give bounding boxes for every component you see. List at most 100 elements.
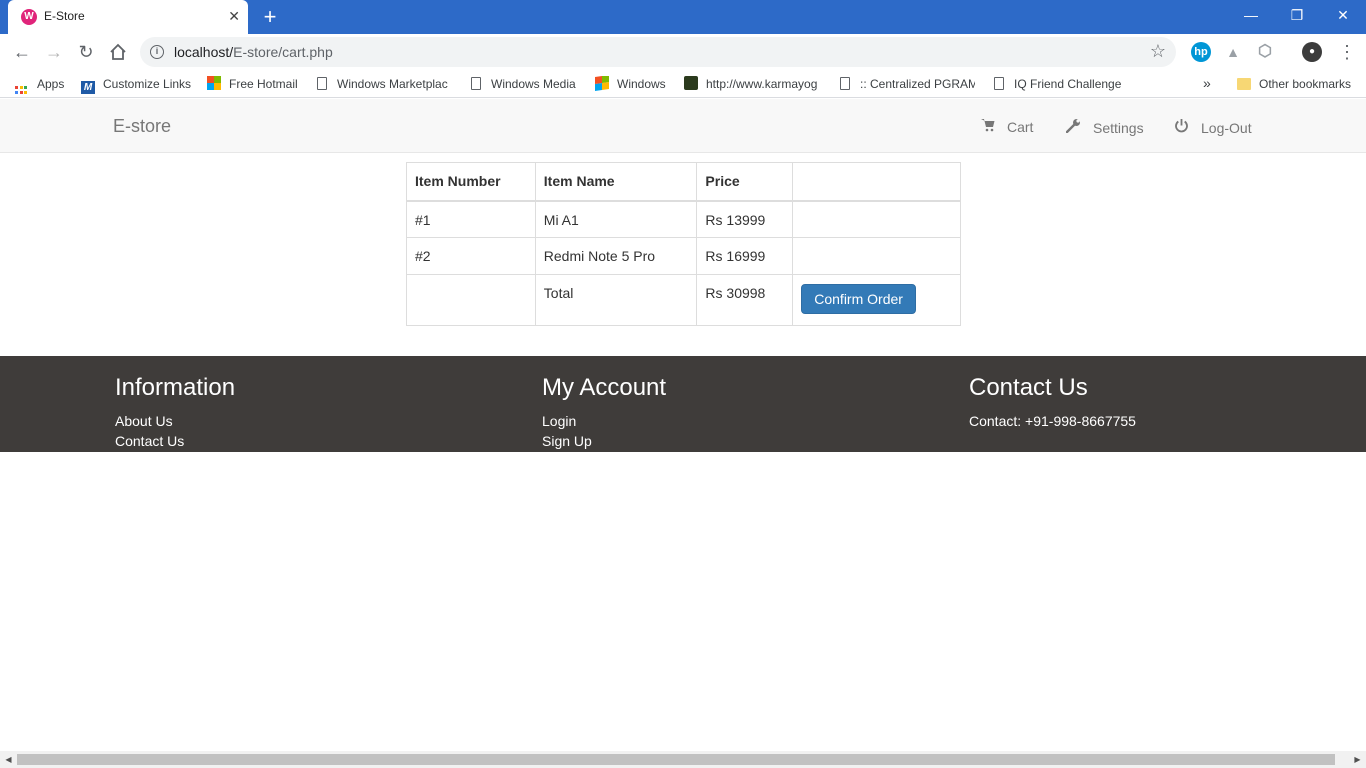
footer-contact-title: Contact Us bbox=[969, 374, 1088, 401]
bookmark-windows-marketplace[interactable]: Windows Marketplac bbox=[317, 76, 452, 94]
cart-table: Item Number Item Name Price #1 Mi A1 Rs … bbox=[406, 162, 961, 326]
drive-extension-icon[interactable]: ▲ bbox=[1223, 42, 1243, 62]
header-price: Price bbox=[696, 162, 794, 202]
restore-icon[interactable]: ❐ bbox=[1274, 0, 1320, 30]
apps-grid-icon bbox=[15, 86, 27, 94]
confirm-cell: Confirm Order bbox=[792, 274, 961, 326]
table-row: #2 Redmi Note 5 Pro Rs 16999 bbox=[406, 237, 961, 275]
bookmark-label: :: Centralized PGRAM bbox=[860, 77, 975, 91]
page-icon bbox=[840, 77, 850, 90]
reload-icon[interactable]: ↻ bbox=[74, 40, 98, 64]
window-close-icon[interactable]: ✕ bbox=[1320, 0, 1366, 30]
browser-tab[interactable]: W E-Store ✕ bbox=[8, 0, 248, 34]
url-path: E-store/cart.php bbox=[233, 44, 333, 60]
msn-m-icon: M bbox=[81, 81, 95, 94]
footer-login-link[interactable]: Login bbox=[542, 411, 666, 431]
nav-settings-link[interactable]: Settings bbox=[1065, 118, 1144, 136]
footer-contact-column: Contact Us Contact: +91-998-8667755 bbox=[969, 374, 1136, 431]
bookmark-customize-links[interactable]: M Customize Links bbox=[81, 76, 191, 94]
back-arrow-icon[interactable]: ← bbox=[10, 40, 34, 64]
bookmark-label: IQ Friend Challenge bbox=[1014, 77, 1122, 91]
windows-flag-icon bbox=[595, 76, 609, 91]
item-number-cell: #2 bbox=[406, 237, 536, 275]
empty-cell bbox=[792, 237, 961, 275]
footer-signup-link[interactable]: Sign Up bbox=[542, 431, 666, 451]
total-label: Total bbox=[534, 274, 698, 326]
nav-settings-label: Settings bbox=[1093, 120, 1144, 136]
bookmark-label: Windows Marketplac bbox=[337, 77, 448, 91]
site-footer: Information About Us Contact Us My Accou… bbox=[0, 356, 1366, 452]
bookmark-label: Windows Media bbox=[491, 77, 576, 91]
total-row: Total Rs 30998 Confirm Order bbox=[406, 274, 961, 326]
footer-contact-us-link[interactable]: Contact Us bbox=[115, 431, 235, 451]
bookmark-apps[interactable]: Apps bbox=[15, 76, 64, 94]
tab-title: E-Store bbox=[44, 9, 85, 23]
url-host: localhost/ bbox=[174, 44, 234, 60]
table-row: #1 Mi A1 Rs 13999 bbox=[406, 200, 961, 238]
table-header-row: Item Number Item Name Price bbox=[406, 162, 961, 202]
scrollbar-thumb[interactable] bbox=[17, 754, 1335, 765]
profile-avatar-icon[interactable]: ● bbox=[1302, 42, 1322, 62]
bookmark-label: Customize Links bbox=[103, 77, 192, 91]
browser-toolbar: ← → ↻ i localhost/E-store/cart.php ☆ hp … bbox=[0, 34, 1366, 70]
bookmark-windows[interactable]: Windows bbox=[595, 76, 666, 94]
item-number-cell: #1 bbox=[406, 200, 536, 238]
shopping-cart-icon bbox=[981, 118, 995, 135]
item-name-cell: Mi A1 bbox=[534, 200, 698, 238]
url-text[interactable]: localhost/E-store/cart.php bbox=[174, 44, 333, 60]
cube-extension-icon[interactable]: ⬡ bbox=[1255, 42, 1275, 62]
page-icon bbox=[317, 77, 327, 90]
item-price-cell: Rs 16999 bbox=[696, 237, 794, 275]
hp-extension-icon[interactable]: hp bbox=[1191, 42, 1211, 62]
bookmark-star-icon[interactable]: ☆ bbox=[1150, 41, 1166, 62]
footer-information-column: Information About Us Contact Us bbox=[115, 374, 235, 451]
confirm-order-button[interactable]: Confirm Order bbox=[801, 284, 916, 314]
chrome-menu-icon[interactable]: ⋮ bbox=[1338, 40, 1356, 64]
bookmark-label: Free Hotmail bbox=[229, 77, 298, 91]
scroll-right-arrow-icon[interactable]: ▶ bbox=[1349, 754, 1366, 765]
item-price-cell: Rs 13999 bbox=[696, 200, 794, 238]
footer-contact-phone: Contact: +91-998-8667755 bbox=[969, 413, 1136, 429]
browser-tab-strip: W E-Store ✕ + — ❐ ✕ bbox=[0, 0, 1366, 34]
bookmark-iq-friend-challenge[interactable]: IQ Friend Challenge bbox=[994, 76, 1121, 94]
page-icon bbox=[471, 77, 481, 90]
footer-account-title: My Account bbox=[542, 374, 667, 401]
bookmark-windows-media[interactable]: Windows Media bbox=[471, 76, 576, 94]
page-icon bbox=[994, 77, 1004, 90]
header-item-number: Item Number bbox=[406, 162, 536, 202]
bookmark-label: Apps bbox=[37, 77, 65, 91]
footer-account-column: My Account Login Sign Up bbox=[542, 374, 666, 451]
bookmark-centralized-pgram[interactable]: :: Centralized PGRAM bbox=[840, 76, 975, 94]
bookmark-label: Other bookmarks bbox=[1259, 77, 1352, 91]
more-bookmarks-chevron-icon[interactable]: » bbox=[1203, 75, 1211, 91]
empty-cell bbox=[792, 200, 961, 238]
forward-arrow-icon[interactable]: → bbox=[42, 40, 66, 64]
header-item-name: Item Name bbox=[534, 162, 698, 202]
horizontal-scrollbar[interactable]: ◀ ▶ bbox=[0, 751, 1366, 768]
bookmark-free-hotmail[interactable]: Free Hotmail bbox=[207, 76, 298, 94]
brand-logo[interactable]: E-store bbox=[113, 116, 171, 137]
tab-close-icon[interactable]: ✕ bbox=[228, 8, 240, 24]
nav-cart-link[interactable]: Cart bbox=[981, 118, 1033, 135]
item-name-cell: Redmi Note 5 Pro bbox=[534, 237, 698, 275]
footer-information-title: Information bbox=[115, 374, 236, 401]
wrench-icon bbox=[1065, 118, 1081, 136]
power-icon bbox=[1174, 118, 1189, 136]
windows-flag-icon bbox=[207, 76, 221, 90]
site-navbar: E-store Cart Settings Log-Out bbox=[0, 99, 1366, 153]
bookmarks-bar: Apps M Customize Links Free Hotmail Windo… bbox=[0, 70, 1366, 98]
home-icon[interactable] bbox=[106, 40, 130, 64]
other-bookmarks-folder[interactable]: Other bookmarks bbox=[1237, 76, 1351, 94]
bookmark-karmayog[interactable]: http://www.karmayog bbox=[684, 76, 822, 94]
total-price: Rs 30998 bbox=[696, 274, 794, 326]
empty-cell bbox=[406, 274, 536, 326]
address-bar[interactable]: i localhost/E-store/cart.php ☆ bbox=[140, 37, 1176, 67]
nav-cart-label: Cart bbox=[1007, 119, 1034, 135]
scroll-left-arrow-icon[interactable]: ◀ bbox=[0, 754, 17, 765]
nav-logout-link[interactable]: Log-Out bbox=[1174, 118, 1252, 136]
nav-logout-label: Log-Out bbox=[1201, 120, 1252, 136]
site-info-icon[interactable]: i bbox=[150, 45, 164, 59]
new-tab-plus-icon[interactable]: + bbox=[260, 5, 280, 29]
minimize-icon[interactable]: — bbox=[1228, 0, 1274, 30]
footer-about-us-link[interactable]: About Us bbox=[115, 411, 235, 431]
